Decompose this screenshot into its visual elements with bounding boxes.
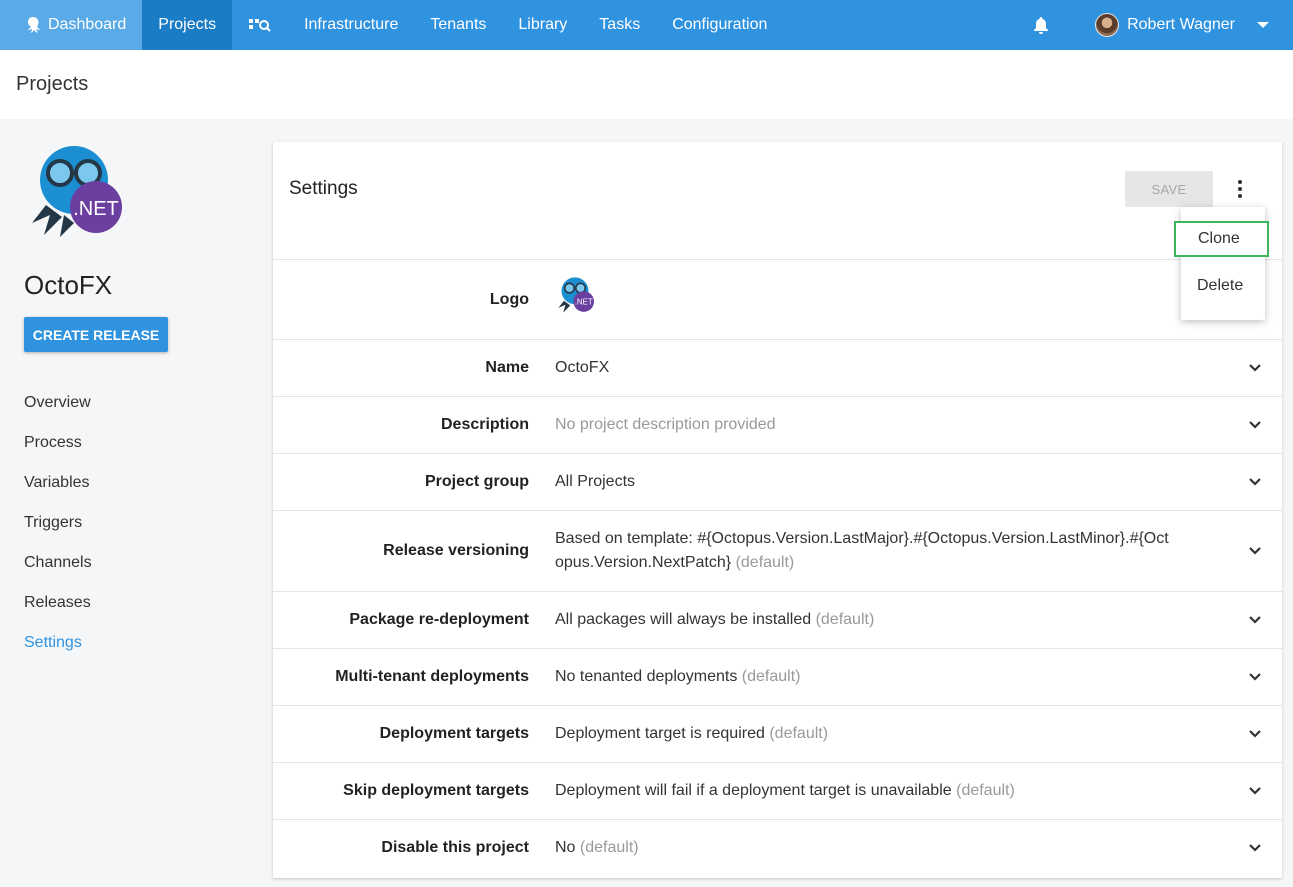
project-search-icon (249, 19, 271, 32)
row-label: Multi-tenant deployments (335, 668, 529, 685)
chevron-down-icon[interactable] (1248, 785, 1262, 797)
nav-library[interactable]: Library (502, 0, 583, 50)
logo-net-text: .NET (73, 198, 119, 220)
chevron-down-icon[interactable] (1248, 614, 1262, 626)
delete-menu-item[interactable]: Delete (1181, 268, 1265, 304)
top-nav: Dashboard Projects Infrastructure Tenant… (0, 0, 1293, 50)
save-button[interactable]: SAVE (1125, 171, 1213, 207)
clone-menu-item[interactable]: Clone (1174, 221, 1269, 257)
settings-row-deployment-targets[interactable]: Deployment targets Deployment target is … (273, 706, 1282, 763)
chevron-down-icon[interactable] (1248, 842, 1262, 854)
row-value-default: (default) (741, 668, 801, 685)
row-value: No tenanted deployments (default) (555, 665, 1195, 689)
row-label: Deployment targets (379, 725, 529, 742)
nav-dashboard[interactable]: Dashboard (0, 0, 143, 50)
overflow-menu: Clone Delete (1174, 207, 1269, 320)
sidebar-item-channels[interactable]: Channels (24, 543, 92, 583)
row-value-text: Based on template: #{Octopus.Version.Las… (555, 530, 1169, 571)
settings-row-release-versioning[interactable]: Release versioning Based on template: #{… (273, 511, 1282, 592)
sidebar-item-settings[interactable]: Settings (24, 623, 92, 663)
chevron-down-icon (1257, 22, 1269, 28)
row-value: Based on template: #{Octopus.Version.Las… (555, 527, 1175, 575)
logo-net-text-small: .NET (575, 297, 593, 306)
settings-row-logo[interactable]: Logo .NET (273, 260, 1282, 340)
sidebar-item-releases[interactable]: Releases (24, 583, 92, 623)
settings-header: Settings SAVE (273, 142, 1282, 260)
row-value-text: All packages will always be installed (555, 611, 812, 628)
row-value-default: (default) (579, 839, 639, 856)
chevron-down-icon[interactable] (1248, 476, 1262, 488)
chevron-down-icon[interactable] (1248, 419, 1262, 431)
settings-card: Settings SAVE Logo .NET Name OctoFX Desc… (273, 142, 1282, 878)
nav-infrastructure[interactable]: Infrastructure (288, 0, 414, 50)
more-options-icon[interactable] (1229, 177, 1251, 201)
row-value: No (default) (555, 836, 1195, 860)
row-value: OctoFX (555, 356, 1195, 380)
row-label: Logo (489, 290, 529, 308)
chevron-down-icon[interactable] (1248, 671, 1262, 683)
notifications-button[interactable] (1019, 0, 1063, 50)
chevron-down-icon[interactable] (1248, 362, 1262, 374)
row-label: Disable this project (381, 839, 529, 856)
row-value-text: No tenanted deployments (555, 668, 738, 685)
row-label: Description (440, 416, 529, 433)
row-label: Release versioning (383, 542, 529, 559)
chevron-down-icon[interactable] (1248, 545, 1262, 557)
row-value: All Projects (555, 470, 1195, 494)
row-label: Package re-deployment (349, 611, 529, 628)
sidebar-item-overview[interactable]: Overview (24, 383, 92, 423)
row-value-text: Deployment target is required (555, 725, 765, 742)
row-value-default: (default) (735, 554, 795, 571)
row-value: .NET (555, 276, 1195, 323)
project-nav: Overview Process Variables Triggers Chan… (24, 383, 92, 663)
project-logo-small: .NET (558, 276, 594, 313)
row-label: Project group (424, 473, 529, 490)
settings-row-package-redeployment[interactable]: Package re-deployment All packages will … (273, 592, 1282, 649)
settings-row-project-group[interactable]: Project group All Projects (273, 454, 1282, 511)
sidebar-item-variables[interactable]: Variables (24, 463, 92, 503)
settings-row-disable-project[interactable]: Disable this project No (default) (273, 820, 1282, 876)
row-value-text: No (555, 839, 576, 856)
nav-tenants[interactable]: Tenants (414, 0, 502, 50)
create-release-button[interactable]: CREATE RELEASE (24, 317, 168, 352)
sidebar-item-process[interactable]: Process (24, 423, 92, 463)
settings-row-description[interactable]: Description No project description provi… (273, 397, 1282, 454)
nav-projects[interactable]: Projects (142, 0, 233, 50)
row-value-default: (default) (815, 611, 875, 628)
nav-configuration[interactable]: Configuration (656, 0, 783, 50)
project-logo: .NET (32, 146, 122, 237)
bell-icon (1034, 17, 1049, 34)
row-value-text: All Projects (555, 473, 636, 490)
page-header: Projects (0, 50, 1293, 119)
row-value-text: Deployment will fail if a deployment tar… (555, 782, 952, 799)
settings-row-skip-deployment-targets[interactable]: Skip deployment targets Deployment will … (273, 763, 1282, 820)
sidebar-item-triggers[interactable]: Triggers (24, 503, 92, 543)
page-title[interactable]: Projects (16, 73, 88, 96)
row-value: Deployment will fail if a deployment tar… (555, 779, 1195, 803)
chevron-down-icon[interactable] (1248, 728, 1262, 740)
user-menu[interactable]: Robert Wagner (1095, 13, 1293, 37)
row-value-text: OctoFX (555, 359, 610, 376)
project-sidebar: .NET OctoFX CREATE RELEASE Overview Proc… (0, 119, 260, 887)
nav-search-projects[interactable] (232, 0, 288, 50)
settings-row-name[interactable]: Name OctoFX (273, 340, 1282, 397)
avatar (1095, 13, 1120, 37)
row-value-default: (default) (769, 725, 829, 742)
project-name: OctoFX (24, 270, 113, 300)
nav-right: Robert Wagner (1019, 0, 1293, 50)
user-name: Robert Wagner (1127, 16, 1235, 33)
settings-title: Settings (289, 178, 358, 199)
row-value: All packages will always be installed (d… (555, 608, 1195, 632)
octopus-icon (27, 17, 41, 33)
row-value-default: No project description provided (555, 416, 776, 433)
nav-dashboard-label: Dashboard (48, 16, 127, 33)
nav-tasks[interactable]: Tasks (583, 0, 656, 50)
row-value-default: (default) (956, 782, 1015, 799)
row-value: No project description provided (555, 413, 1195, 437)
settings-row-multi-tenant[interactable]: Multi-tenant deployments No tenanted dep… (273, 649, 1282, 706)
row-label: Name (485, 359, 529, 376)
row-label: Skip deployment targets (343, 782, 529, 799)
row-value: Deployment target is required (default) (555, 722, 1195, 746)
